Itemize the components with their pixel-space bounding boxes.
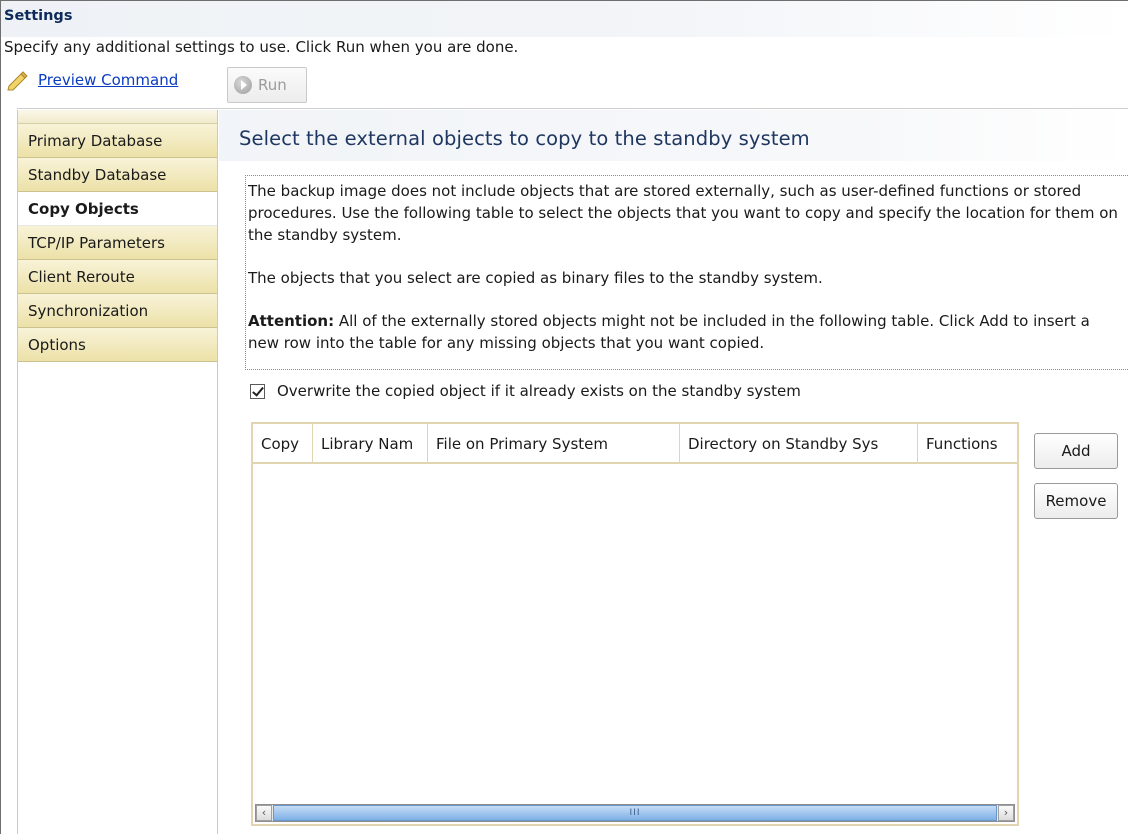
settings-description: Specify any additional settings to use. …	[4, 38, 519, 56]
overwrite-option[interactable]: Overwrite the copied object if it alread…	[250, 382, 801, 400]
sidebar-item-synchronization[interactable]: Synchronization	[18, 294, 217, 328]
column-header-file-on-primary[interactable]: File on Primary System	[428, 424, 680, 462]
description-paragraph: The backup image does not include object…	[248, 182, 1118, 244]
sidebar-item-standby-database[interactable]: Standby Database	[18, 158, 217, 192]
pencil-icon	[7, 71, 28, 91]
sidebar-item-copy-objects[interactable]: Copy Objects	[18, 192, 217, 226]
column-header-library-name[interactable]: Library Nam	[313, 424, 428, 462]
remove-button[interactable]: Remove	[1034, 483, 1118, 519]
page-title: Settings	[4, 8, 73, 24]
sidebar-item-options[interactable]: Options	[18, 328, 217, 362]
content-header: Select the external objects to copy to t…	[219, 110, 1128, 161]
scroll-thumb-grip: III	[629, 808, 641, 818]
scroll-left-icon[interactable]: ‹	[256, 805, 272, 821]
scroll-right-icon[interactable]: ›	[998, 805, 1014, 821]
column-header-copy[interactable]: Copy	[253, 424, 313, 462]
attention-text: All of the externally stored objects mig…	[248, 312, 1090, 352]
objects-table: Copy Library Nam File on Primary System …	[251, 422, 1019, 826]
header-band	[1, 1, 1128, 37]
overwrite-label: Overwrite the copied object if it alread…	[277, 382, 801, 400]
sidebar-top-strip	[18, 110, 217, 124]
run-button[interactable]: Run	[227, 67, 307, 103]
description-paragraph: The objects that you select are copied a…	[248, 269, 823, 287]
attention-label: Attention:	[248, 312, 335, 330]
preview-command-row: Preview Command	[6, 66, 178, 94]
run-icon	[234, 76, 252, 94]
run-label: Run	[258, 76, 287, 94]
table-header: Copy Library Nam File on Primary System …	[253, 424, 1017, 464]
sidebar-item-primary-database[interactable]: Primary Database	[18, 124, 217, 158]
preview-command-link[interactable]: Preview Command	[38, 71, 178, 89]
horizontal-scrollbar[interactable]: ‹ III ›	[255, 804, 1015, 822]
scroll-thumb[interactable]: III	[273, 805, 997, 821]
column-header-functions[interactable]: Functions	[918, 424, 1017, 462]
sidebar-item-tcpip-parameters[interactable]: TCP/IP Parameters	[18, 226, 217, 260]
attention-paragraph: Attention: All of the externally stored …	[248, 310, 1124, 354]
divider	[17, 108, 1128, 109]
section-title: Select the external objects to copy to t…	[239, 127, 810, 150]
add-button[interactable]: Add	[1034, 433, 1118, 469]
sidebar-item-client-reroute[interactable]: Client Reroute	[18, 260, 217, 294]
description-box: The backup image does not include object…	[245, 175, 1128, 370]
sidebar: Primary Database Standby Database Copy O…	[17, 110, 218, 834]
column-header-directory-on-standby[interactable]: Directory on Standby Sys	[680, 424, 918, 462]
overwrite-checkbox[interactable]	[250, 383, 265, 399]
